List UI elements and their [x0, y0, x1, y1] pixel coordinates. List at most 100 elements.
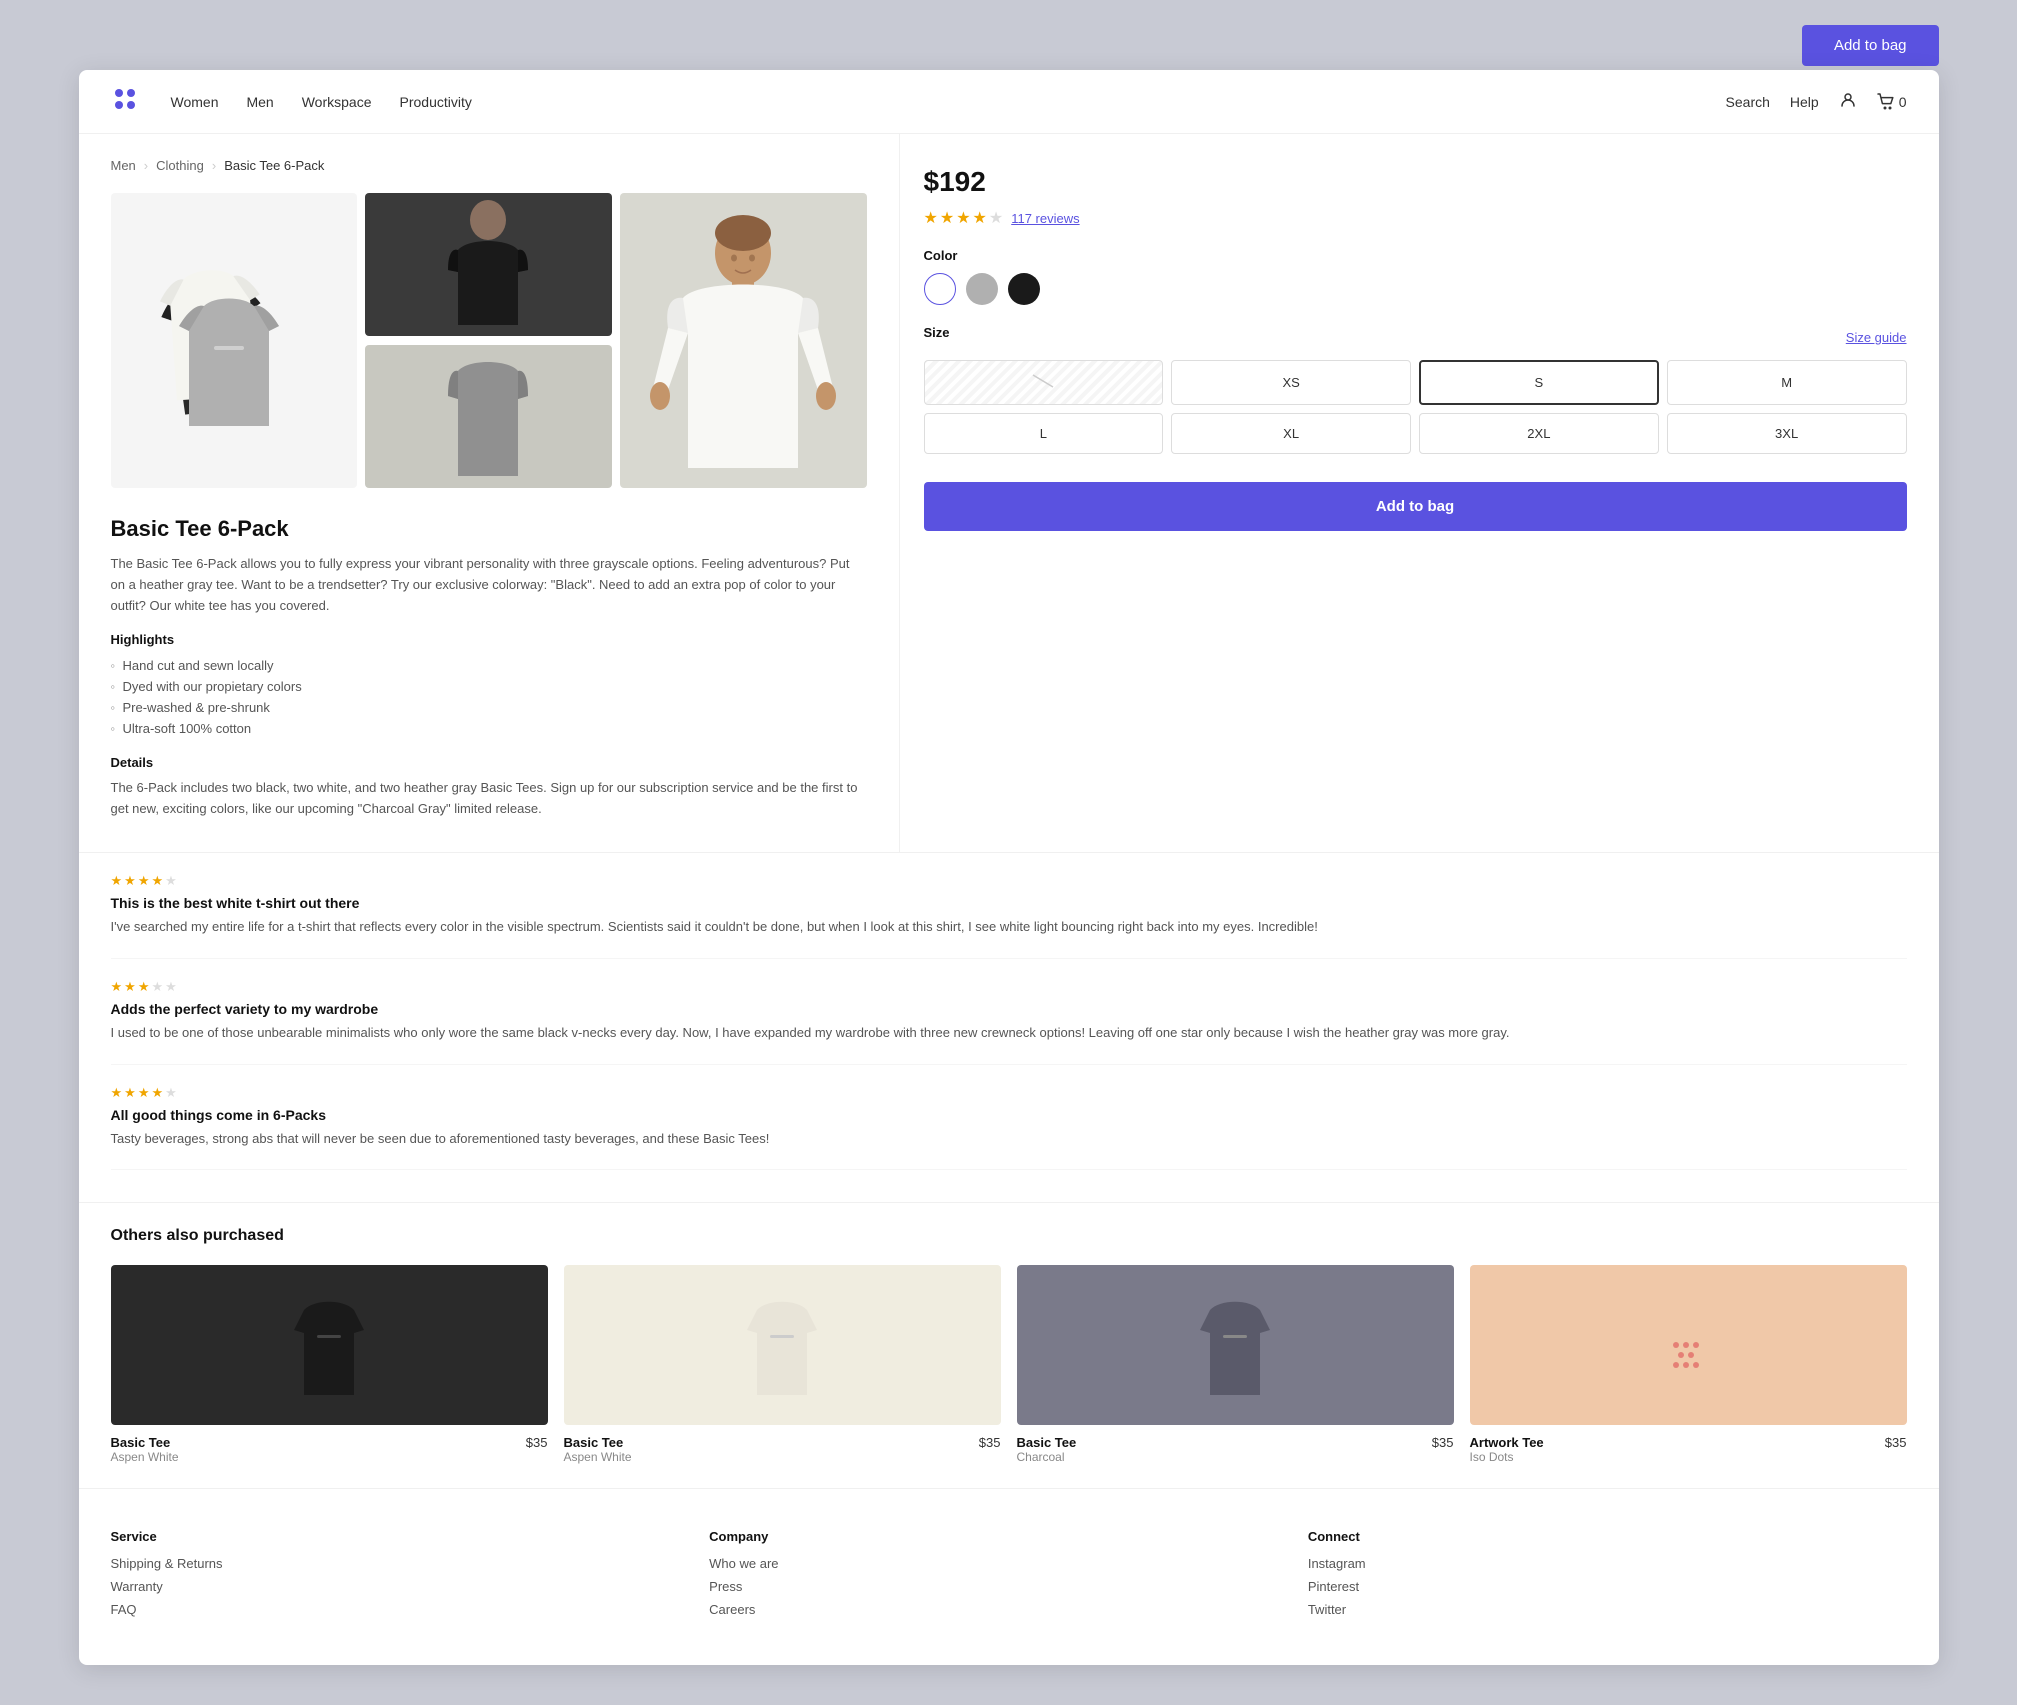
size-xs-btn[interactable]: XS: [1171, 360, 1411, 405]
product-image-large[interactable]: [620, 193, 867, 488]
size-grid: XS S M L XL 2XL 3XL: [924, 360, 1907, 454]
breadcrumb-product: Basic Tee 6-Pack: [224, 158, 324, 173]
review-1-title: This is the best white t-shirt out there: [111, 895, 1907, 911]
also-purchased-heading: Others also purchased: [111, 1227, 1907, 1245]
product-card-1-variant: Aspen White: [111, 1450, 179, 1464]
footer-press-link[interactable]: Press: [709, 1579, 1308, 1594]
product-images: [111, 193, 867, 488]
footer-twitter-link[interactable]: Twitter: [1308, 1602, 1907, 1617]
product-card-3-variant: Charcoal: [1017, 1450, 1077, 1464]
footer-warranty-link[interactable]: Warranty: [111, 1579, 710, 1594]
product-card-3-price: $35: [1432, 1435, 1454, 1450]
product-card-4-price: $35: [1885, 1435, 1907, 1450]
highlights-list: Hand cut and sewn locally Dyed with our …: [111, 655, 867, 739]
size-s-btn[interactable]: S: [1419, 360, 1659, 405]
product-card-2-img: [564, 1265, 1001, 1425]
logo[interactable]: [111, 85, 139, 118]
highlight-item: Pre-washed & pre-shrunk: [111, 697, 867, 718]
footer-service-title: Service: [111, 1529, 710, 1544]
nav-women[interactable]: Women: [171, 94, 219, 110]
cart-count: 0: [1899, 94, 1907, 110]
product-card-1[interactable]: Basic Tee Aspen White $35: [111, 1265, 548, 1464]
star-4: ★: [973, 208, 987, 228]
product-card-3[interactable]: Basic Tee Charcoal $35: [1017, 1265, 1454, 1464]
color-white-swatch[interactable]: [924, 273, 956, 305]
help-button[interactable]: Help: [1790, 94, 1819, 110]
add-to-bag-button[interactable]: Add to bag: [924, 482, 1907, 531]
details-heading: Details: [111, 755, 867, 770]
account-button[interactable]: [1839, 91, 1857, 112]
product-options-panel: $192 ★ ★ ★ ★ ★ 117 reviews Color: [899, 134, 1939, 852]
product-image-top-right[interactable]: [365, 193, 612, 336]
reviews-section: ★★ ★★ ★ This is the best white t-shirt o…: [79, 852, 1939, 1202]
search-button[interactable]: Search: [1726, 94, 1770, 110]
product-price: $192: [924, 166, 1907, 198]
product-card-4-variant: Iso Dots: [1470, 1450, 1544, 1464]
breadcrumb: Men › Clothing › Basic Tee 6-Pack: [111, 158, 867, 173]
review-count-link[interactable]: 117 reviews: [1011, 211, 1079, 226]
size-xl-btn[interactable]: XL: [1171, 413, 1411, 454]
highlight-item: Dyed with our propietary colors: [111, 676, 867, 697]
footer-connect-col: Connect Instagram Pinterest Twitter: [1308, 1529, 1907, 1625]
product-card-4-name: Artwork Tee: [1470, 1435, 1544, 1450]
size-l-btn[interactable]: L: [924, 413, 1164, 454]
size-xxs-btn[interactable]: [924, 360, 1164, 405]
highlight-item: Hand cut and sewn locally: [111, 655, 867, 676]
product-description: The Basic Tee 6-Pack allows you to fully…: [111, 554, 867, 616]
top-add-to-bag-button[interactable]: Add to bag: [1802, 25, 1939, 66]
size-guide-link[interactable]: Size guide: [1846, 330, 1907, 345]
footer-pinterest-link[interactable]: Pinterest: [1308, 1579, 1907, 1594]
footer-shipping-link[interactable]: Shipping & Returns: [111, 1556, 710, 1571]
size-3xl-btn[interactable]: 3XL: [1667, 413, 1907, 454]
product-card-2-price: $35: [979, 1435, 1001, 1450]
nav-productivity[interactable]: Productivity: [400, 94, 472, 110]
nav-men[interactable]: Men: [246, 94, 273, 110]
product-image-bottom-right[interactable]: [365, 345, 612, 488]
size-label: Size: [924, 325, 950, 340]
size-m-btn[interactable]: M: [1667, 360, 1907, 405]
review-3-title: All good things come in 6-Packs: [111, 1107, 1907, 1123]
color-options: [924, 273, 1907, 305]
footer-company-col: Company Who we are Press Careers: [709, 1529, 1308, 1625]
size-2xl-btn[interactable]: 2XL: [1419, 413, 1659, 454]
review-2-title: Adds the perfect variety to my wardrobe: [111, 1001, 1907, 1017]
star-5: ★: [989, 208, 1003, 228]
footer-company-title: Company: [709, 1529, 1308, 1544]
also-purchased-products: Basic Tee Aspen White $35: [111, 1265, 1907, 1464]
review-item-1: ★★ ★★ ★ This is the best white t-shirt o…: [111, 853, 1907, 959]
review-1-text: I've searched my entire life for a t-shi…: [111, 917, 1907, 938]
product-card-4[interactable]: Artwork Tee Iso Dots $35: [1470, 1265, 1907, 1464]
footer-faq-link[interactable]: FAQ: [111, 1602, 710, 1617]
color-black-swatch[interactable]: [1008, 273, 1040, 305]
footer-service-col: Service Shipping & Returns Warranty FAQ: [111, 1529, 710, 1625]
review-item-3: ★★ ★★ ★ All good things come in 6-Packs …: [111, 1065, 1907, 1171]
review-3-text: Tasty beverages, strong abs that will ne…: [111, 1129, 1907, 1150]
product-card-3-name: Basic Tee: [1017, 1435, 1077, 1450]
star-1: ★: [924, 208, 938, 228]
product-card-2-variant: Aspen White: [564, 1450, 632, 1464]
rating-row: ★ ★ ★ ★ ★ 117 reviews: [924, 208, 1907, 228]
review-item-2: ★★ ★★ ★ Adds the perfect variety to my w…: [111, 959, 1907, 1065]
details-text: The 6-Pack includes two black, two white…: [111, 778, 867, 820]
product-title: Basic Tee 6-Pack: [111, 516, 867, 542]
product-card-2[interactable]: Basic Tee Aspen White $35: [564, 1265, 1001, 1464]
color-gray-swatch[interactable]: [966, 273, 998, 305]
cart-button[interactable]: 0: [1877, 93, 1907, 111]
product-card-1-img: [111, 1265, 548, 1425]
footer-connect-title: Connect: [1308, 1529, 1907, 1544]
star-rating: ★ ★ ★ ★ ★: [924, 208, 1004, 228]
footer-instagram-link[interactable]: Instagram: [1308, 1556, 1907, 1571]
footer-careers-link[interactable]: Careers: [709, 1602, 1308, 1617]
product-image-main[interactable]: [111, 193, 358, 488]
review-2-text: I used to be one of those unbearable min…: [111, 1023, 1907, 1044]
product-card-1-price: $35: [526, 1435, 548, 1450]
footer-whoweare-link[interactable]: Who we are: [709, 1556, 1308, 1571]
nav-workspace[interactable]: Workspace: [302, 94, 372, 110]
product-card-2-name: Basic Tee: [564, 1435, 632, 1450]
breadcrumb-clothing[interactable]: Clothing: [156, 158, 204, 173]
product-card-4-img: [1470, 1265, 1907, 1425]
breadcrumb-men[interactable]: Men: [111, 158, 136, 173]
color-label: Color: [924, 248, 1907, 263]
main-header: Women Men Workspace Productivity Search …: [79, 70, 1939, 134]
main-nav: Women Men Workspace Productivity: [171, 94, 472, 110]
